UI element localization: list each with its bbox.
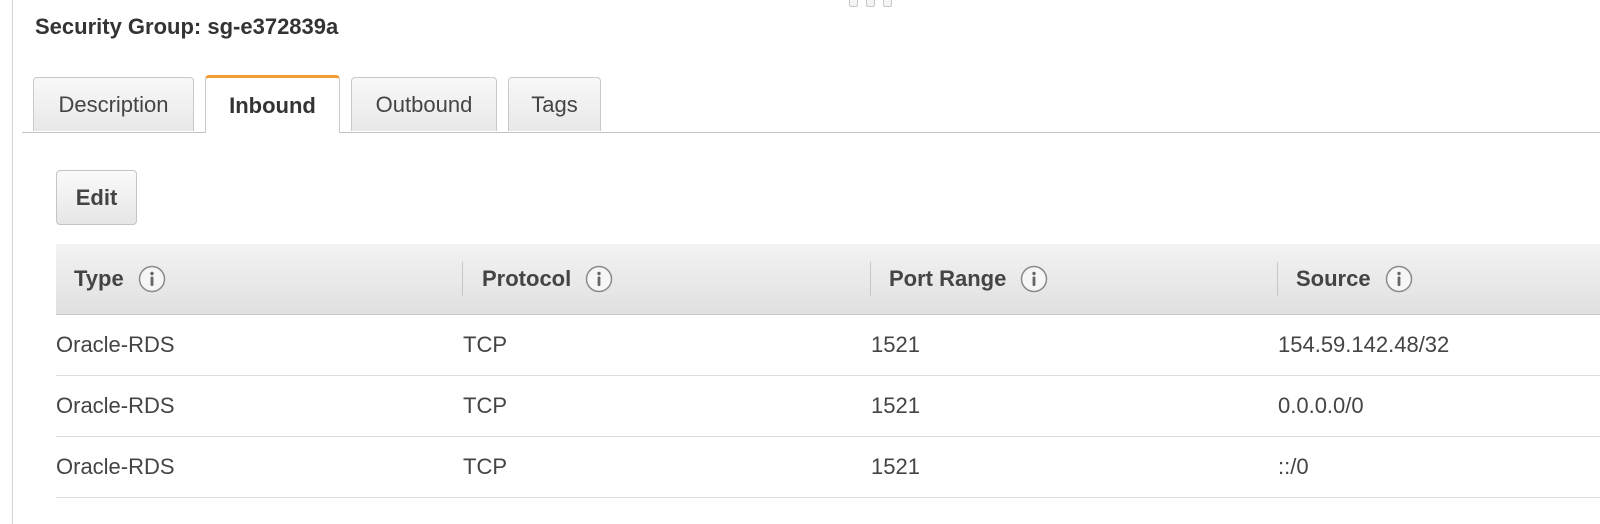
inbound-rules-table: Type Protocol Port Range Source Oracle-R… (56, 244, 1600, 498)
cell-port-range: 1521 (871, 454, 920, 479)
cell-port-range: 1521 (871, 393, 920, 418)
column-divider[interactable] (462, 262, 463, 296)
table-header: Type Protocol Port Range Source (56, 244, 1600, 315)
column-header-label: Type (74, 266, 124, 291)
grip-dot (866, 0, 875, 7)
table-row[interactable]: Oracle-RDS TCP 1521 154.59.142.48/32 (56, 315, 1600, 376)
security-group-panel: Security Group: sg-e372839a Description … (0, 0, 1600, 524)
cell-protocol: TCP (463, 393, 507, 418)
column-header-label: Protocol (482, 266, 572, 291)
tab-tags[interactable]: Tags (508, 77, 601, 131)
info-icon[interactable] (1020, 265, 1048, 293)
info-icon[interactable] (585, 265, 613, 293)
column-divider[interactable] (1277, 262, 1278, 296)
grip-dot (849, 0, 858, 7)
column-divider[interactable] (870, 262, 871, 296)
panel-border (12, 0, 13, 524)
resize-handle[interactable] (849, 0, 892, 7)
page-title: Security Group: sg-e372839a (35, 14, 339, 39)
cell-type: Oracle-RDS (56, 332, 175, 357)
column-header-source[interactable]: Source (1296, 244, 1413, 314)
cell-protocol: TCP (463, 454, 507, 479)
table-row[interactable]: Oracle-RDS TCP 1521 ::/0 (56, 437, 1600, 498)
cell-protocol: TCP (463, 332, 507, 357)
column-header-protocol[interactable]: Protocol (482, 244, 613, 314)
tab-description[interactable]: Description (33, 77, 194, 131)
cell-type: Oracle-RDS (56, 393, 175, 418)
column-header-label: Port Range (889, 266, 1007, 291)
grip-dot (883, 0, 892, 7)
cell-port-range: 1521 (871, 332, 920, 357)
tab-outbound[interactable]: Outbound (351, 77, 497, 131)
cell-source: ::/0 (1278, 454, 1309, 479)
info-icon[interactable] (138, 265, 166, 293)
column-header-port-range[interactable]: Port Range (889, 244, 1048, 314)
cell-type: Oracle-RDS (56, 454, 175, 479)
tab-bar: Description Inbound Outbound Tags (22, 75, 1600, 133)
table-row[interactable]: Oracle-RDS TCP 1521 0.0.0.0/0 (56, 376, 1600, 437)
cell-source: 0.0.0.0/0 (1278, 393, 1364, 418)
cell-source: 154.59.142.48/32 (1278, 332, 1450, 357)
tab-inbound[interactable]: Inbound (205, 75, 340, 133)
edit-button[interactable]: Edit (56, 170, 137, 225)
column-header-type[interactable]: Type (74, 244, 166, 314)
column-header-label: Source (1296, 266, 1371, 291)
info-icon[interactable] (1385, 265, 1413, 293)
